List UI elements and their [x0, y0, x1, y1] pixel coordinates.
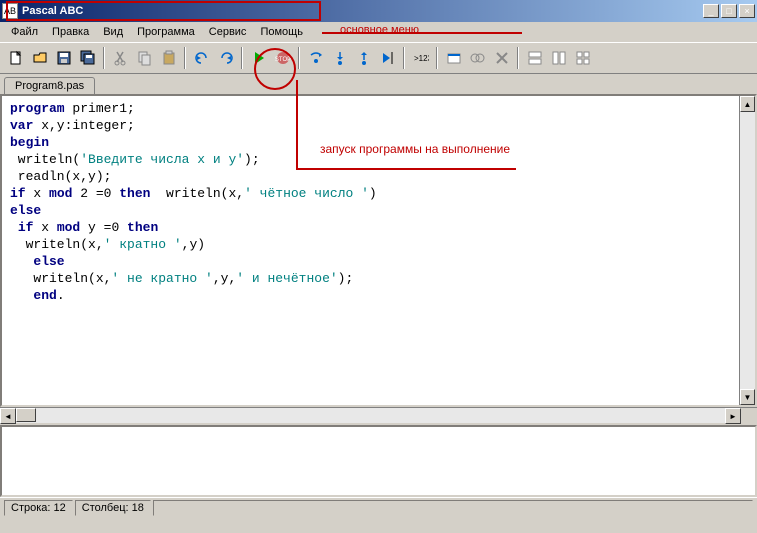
horizontal-scrollbar[interactable]: ◄ ► — [0, 407, 757, 423]
run-icon[interactable] — [247, 47, 270, 69]
scroll-down-icon[interactable]: ▼ — [740, 389, 755, 405]
status-column: Столбец: 18 — [75, 500, 151, 516]
paste-icon[interactable] — [157, 47, 180, 69]
save-icon[interactable] — [52, 47, 75, 69]
tile-h-icon[interactable] — [523, 47, 546, 69]
step-over-icon[interactable] — [304, 47, 327, 69]
tile-icon[interactable] — [571, 47, 594, 69]
editor-wrap: program primer1; var x,y:integer; begin … — [0, 94, 757, 407]
close-button[interactable]: × — [739, 4, 755, 18]
save-all-icon[interactable] — [76, 47, 99, 69]
annotation-line-run-h — [296, 168, 516, 170]
minimize-button[interactable]: _ — [703, 4, 719, 18]
scroll-thumb[interactable] — [16, 408, 36, 422]
output-panel[interactable] — [0, 425, 757, 497]
cut-icon[interactable] — [109, 47, 132, 69]
menu-service[interactable]: Сервис — [202, 24, 254, 40]
menu-file[interactable]: Файл — [4, 24, 45, 40]
close-all-icon[interactable] — [490, 47, 513, 69]
scroll-right-icon[interactable]: ► — [725, 408, 741, 424]
windows-icon[interactable] — [442, 47, 465, 69]
annotation-menu-label: основное меню — [340, 24, 419, 36]
tile-v-icon[interactable] — [547, 47, 570, 69]
menu-edit[interactable]: Правка — [45, 24, 96, 40]
status-bar: Строка: 12 Столбец: 18 — [0, 497, 757, 517]
redo-icon[interactable] — [214, 47, 237, 69]
step-into-icon[interactable] — [328, 47, 351, 69]
undo-icon[interactable] — [190, 47, 213, 69]
svg-text:>123: >123 — [414, 54, 429, 63]
menu-program[interactable]: Программа — [130, 24, 202, 40]
scroll-up-icon[interactable]: ▲ — [740, 96, 755, 112]
menu-help[interactable]: Помощь — [253, 24, 310, 40]
window-title: Pascal ABC — [22, 5, 703, 17]
vertical-scrollbar[interactable]: ▲ ▼ — [739, 96, 755, 405]
toolbar: STOP >123 — [0, 42, 757, 74]
run-to-cursor-icon[interactable] — [376, 47, 399, 69]
annotation-line-run-v — [296, 80, 298, 170]
svg-text:STOP: STOP — [275, 57, 291, 63]
annotation-run-label: запуск программы на выполнение — [320, 142, 510, 156]
stop-icon[interactable]: STOP — [271, 47, 294, 69]
new-icon[interactable] — [4, 47, 27, 69]
copy-icon[interactable] — [133, 47, 156, 69]
tab-bar: Program8.pas — [0, 74, 757, 94]
app-icon: AB — [2, 3, 18, 19]
maximize-button[interactable]: □ — [721, 4, 737, 18]
scroll-left-icon[interactable]: ◄ — [0, 408, 16, 424]
var-watch-icon[interactable]: >123 — [409, 47, 432, 69]
step-out-icon[interactable] — [352, 47, 375, 69]
cascade-icon[interactable] — [466, 47, 489, 69]
title-bar: AB Pascal ABC _ □ × — [0, 0, 757, 22]
status-line: Строка: 12 — [4, 500, 73, 516]
menu-view[interactable]: Вид — [96, 24, 130, 40]
tab-file[interactable]: Program8.pas — [4, 77, 95, 94]
open-icon[interactable] — [28, 47, 51, 69]
